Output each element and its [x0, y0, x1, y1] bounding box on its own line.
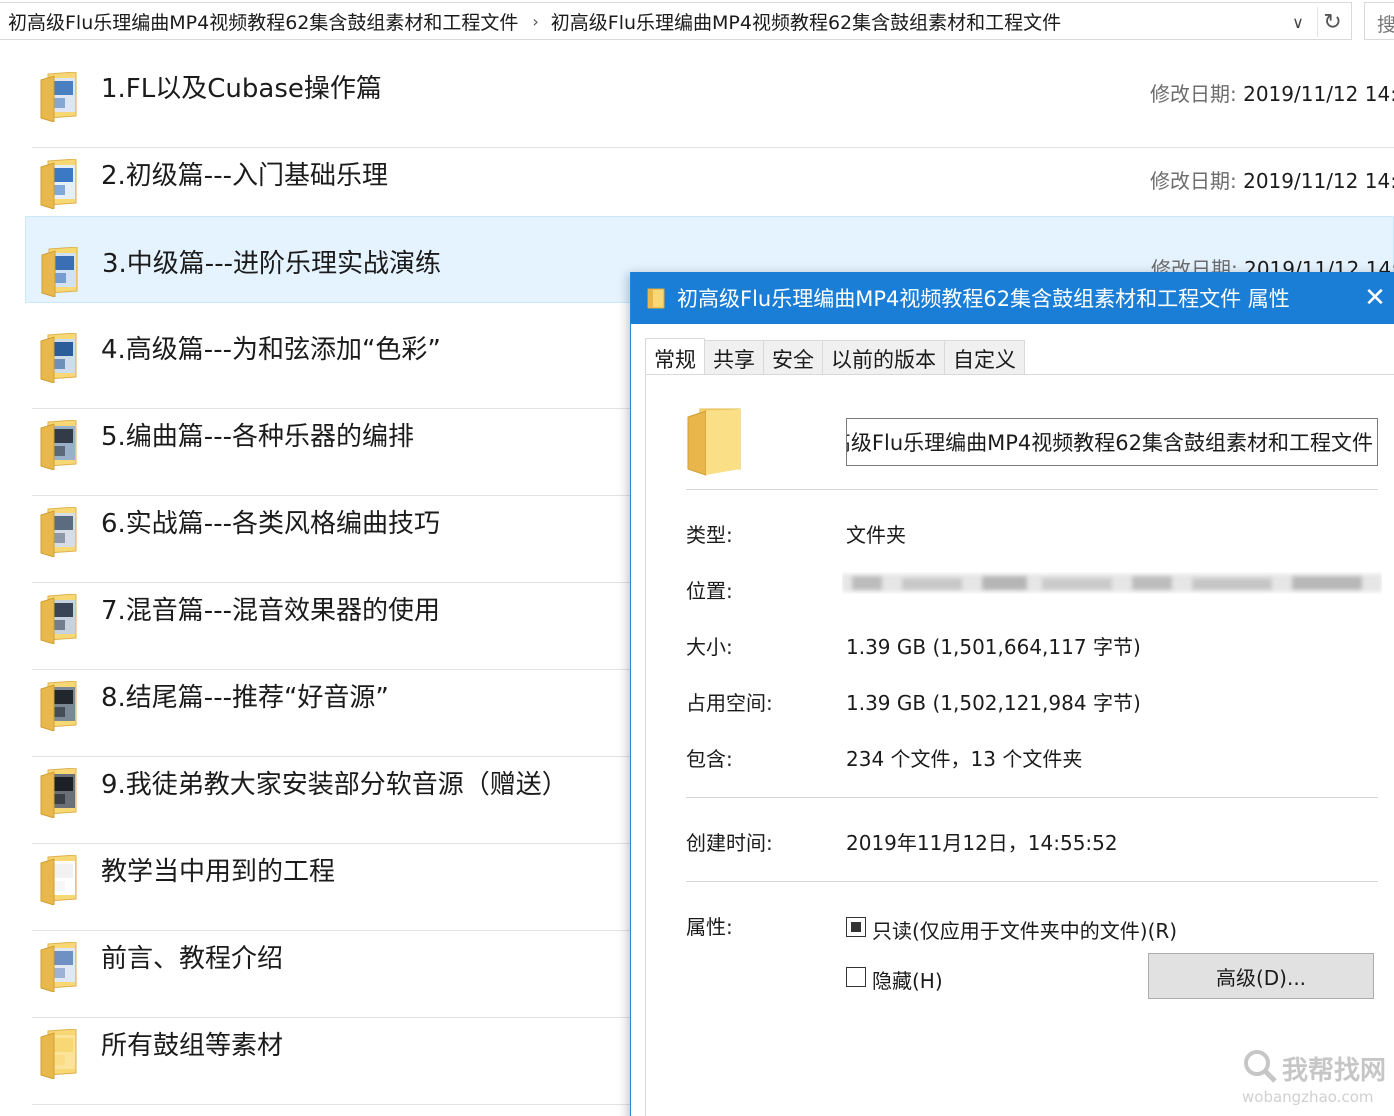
location-label: 位置:: [686, 579, 733, 603]
breadcrumb[interactable]: 初高级Flu乐理编曲MP4视频教程62集含鼓组素材和工程文件 › 初高级Flu乐…: [0, 2, 1352, 40]
type-label: 类型:: [686, 523, 733, 547]
file-name[interactable]: 前言、教程介绍: [101, 938, 283, 975]
file-name[interactable]: 8.结尾篇---推荐“好音源”: [101, 677, 389, 714]
dialog-title: 初高级Flu乐理编曲MP4视频教程62集含鼓组素材和工程文件 属性: [677, 287, 1290, 311]
file-name[interactable]: 5.编曲篇---各种乐器的编排: [101, 416, 414, 453]
created-value: 2019年11月12日，14:55:52: [846, 831, 1118, 855]
file-modified-date: 修改日期: 2019/11/12 14:: [1150, 165, 1394, 194]
properties-dialog: 初高级Flu乐理编曲MP4视频教程62集含鼓组素材和工程文件 属性 ✕ 常规 共…: [630, 272, 1394, 1116]
breadcrumb-separator-icon[interactable]: ›: [518, 12, 550, 31]
breadcrumb-item[interactable]: 初高级Flu乐理编曲MP4视频教程62集含鼓组素材和工程文件: [551, 8, 1061, 35]
disk-size-value: 1.39 GB (1,502,121,984 字节): [846, 691, 1141, 715]
attributes-label: 属性:: [686, 915, 733, 939]
file-name[interactable]: 2.初级篇---入门基础乐理: [101, 155, 388, 192]
blurred-location-value: [842, 574, 1382, 592]
tab-bar: 常规 共享 安全 以前的版本 自定义: [645, 338, 1025, 374]
file-row[interactable]: 2.初级篇---入门基础乐理 修改日期: 2019/11/12 14:: [32, 129, 1394, 216]
file-name[interactable]: 4.高级篇---为和弦添加“色彩”: [101, 329, 441, 366]
folder-icon: [40, 942, 77, 992]
watermark: 我帮找网 wobangzhao.com: [1236, 1044, 1394, 1116]
contains-label: 包含:: [686, 747, 733, 771]
folder-icon: [41, 247, 78, 297]
file-name[interactable]: 3.中级篇---进阶乐理实战演练: [102, 243, 441, 280]
modified-date-label: 修改日期:: [1150, 82, 1237, 106]
dialog-titlebar[interactable]: 初高级Flu乐理编曲MP4视频教程62集含鼓组素材和工程文件 属性 ✕: [631, 272, 1394, 324]
size-value: 1.39 GB (1,501,664,117 字节): [846, 635, 1141, 659]
type-value: 文件夹: [846, 523, 906, 547]
folder-icon: [40, 420, 77, 470]
hidden-checkbox[interactable]: [846, 967, 866, 987]
tab-security[interactable]: 安全: [763, 340, 823, 374]
close-icon[interactable]: ✕: [1363, 284, 1387, 312]
tab-general[interactable]: 常规: [645, 338, 705, 374]
refresh-icon[interactable]: ↻: [1317, 7, 1347, 37]
modified-date-value: 2019/11/12 14:: [1243, 169, 1394, 193]
size-label: 大小:: [686, 635, 733, 659]
file-name[interactable]: 1.FL以及Cubase操作篇: [101, 68, 382, 105]
created-label: 创建时间:: [686, 831, 773, 855]
folder-icon: [647, 288, 665, 309]
search-input[interactable]: 搜: [1364, 2, 1394, 40]
tab-customize[interactable]: 自定义: [944, 340, 1025, 374]
folder-name-input[interactable]: 初高级Flu乐理编曲MP4视频教程62集含鼓组素材和工程文件: [846, 418, 1378, 466]
modified-date-value: 2019/11/12 14:: [1243, 82, 1394, 106]
folder-icon: [40, 594, 77, 644]
general-panel: 初高级Flu乐理编曲MP4视频教程62集含鼓组素材和工程文件 类型: 文件夹 位…: [645, 374, 1394, 1116]
divider: [686, 489, 1378, 490]
file-modified-date: 修改日期: 2019/11/12 14:: [1150, 78, 1394, 107]
file-name[interactable]: 教学当中用到的工程: [101, 851, 335, 888]
file-name[interactable]: 7.混音篇---混音效果器的使用: [101, 590, 440, 627]
folder-icon: [40, 72, 77, 122]
file-name[interactable]: 9.我徒弟教大家安装部分软音源（赠送）: [101, 764, 568, 801]
chevron-down-icon[interactable]: ∨: [1285, 9, 1311, 35]
folder-icon: [40, 768, 77, 818]
folder-icon: [40, 1029, 77, 1079]
tab-previous-versions[interactable]: 以前的版本: [822, 340, 945, 374]
folder-icon: [40, 855, 77, 905]
folder-icon: [687, 408, 741, 476]
watermark-text: 我帮找网: [1282, 1056, 1387, 1086]
advanced-button[interactable]: 高级(D)...: [1148, 953, 1374, 999]
hidden-label[interactable]: 隐藏(H): [872, 965, 943, 994]
divider: [686, 797, 1378, 798]
readonly-label[interactable]: 只读(仅应用于文件夹中的文件)(R): [872, 915, 1177, 944]
file-name[interactable]: 所有鼓组等素材: [101, 1025, 283, 1062]
folder-icon: [40, 681, 77, 731]
watermark-url: wobangzhao.com: [1242, 1088, 1374, 1106]
folder-name-text: 初高级Flu乐理编曲MP4视频教程62集含鼓组素材和工程文件: [846, 431, 1373, 455]
readonly-checkbox[interactable]: [846, 917, 866, 937]
address-bar: 初高级Flu乐理编曲MP4视频教程62集含鼓组素材和工程文件 › 初高级Flu乐…: [0, 0, 1394, 42]
modified-date-label: 修改日期:: [1150, 169, 1237, 193]
file-row[interactable]: 1.FL以及Cubase操作篇 修改日期: 2019/11/12 14:: [32, 42, 1394, 129]
folder-icon: [40, 333, 77, 383]
tab-sharing[interactable]: 共享: [704, 340, 764, 374]
folder-icon: [40, 507, 77, 557]
folder-icon: [40, 159, 77, 209]
file-name[interactable]: 6.实战篇---各类风格编曲技巧: [101, 503, 440, 540]
divider: [686, 881, 1378, 882]
magnifier-icon: [1244, 1050, 1277, 1083]
breadcrumb-item[interactable]: 初高级Flu乐理编曲MP4视频教程62集含鼓组素材和工程文件: [0, 8, 518, 35]
contains-value: 234 个文件，13 个文件夹: [846, 747, 1083, 771]
disk-size-label: 占用空间:: [686, 691, 773, 715]
